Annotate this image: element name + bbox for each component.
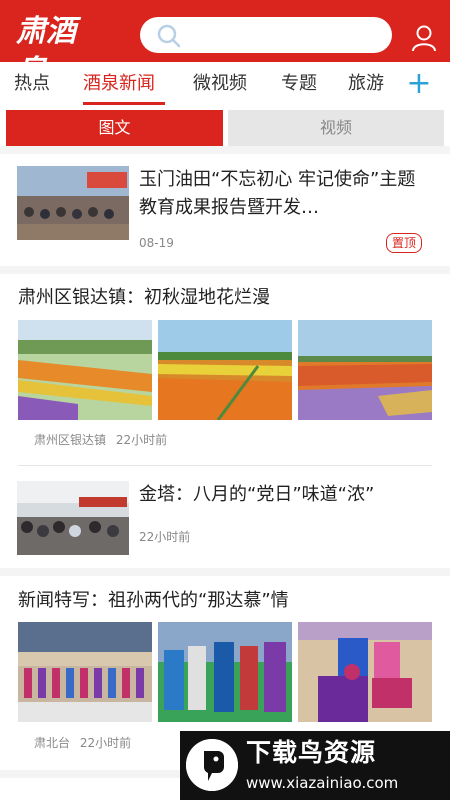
user-icon[interactable] (410, 24, 438, 52)
article-time: 22小时前 (115, 433, 168, 447)
article-meta: 肃州区银达镇 22小时前 (34, 431, 167, 449)
article-image (158, 320, 292, 420)
segment-image-text[interactable]: 图文 (6, 110, 223, 146)
segment-video[interactable]: 视频 (228, 110, 444, 146)
section-gap (0, 146, 450, 154)
article-title: 新闻特写：祖孙两代的“那达慕”情 (18, 590, 289, 611)
article-source: 肃州区银达镇 (34, 433, 107, 447)
search-input[interactable] (188, 23, 378, 47)
tab-micro-video[interactable]: 微视频 (193, 71, 247, 97)
search-icon (157, 24, 181, 48)
add-category-icon[interactable]: + (404, 66, 434, 102)
section-gap (0, 568, 450, 576)
search-box[interactable] (140, 17, 392, 53)
app-logo[interactable]: 肃酒泉 (16, 12, 102, 89)
watermark-title: 下载鸟资源 (246, 738, 377, 767)
article-time: 22小时前 (79, 736, 132, 750)
article-thumbnail (17, 166, 129, 240)
watermark-banner: 下载鸟资源 www.xiazainiao.com (180, 731, 450, 800)
top-bar: 肃酒泉 (0, 0, 450, 89)
article-image (18, 622, 152, 722)
article-time: 22小时前 (139, 530, 191, 544)
active-tab-indicator (83, 102, 165, 105)
article-image (298, 320, 432, 420)
article-image (18, 320, 152, 420)
section-gap (0, 266, 450, 274)
article-thumbnail (17, 481, 129, 555)
article-image (158, 622, 292, 722)
tab-jiuquan-news[interactable]: 酒泉新闻 (83, 71, 155, 97)
article-meta: 肃北台 22小时前 (34, 734, 131, 752)
tab-topics[interactable]: 专题 (281, 71, 317, 97)
article-title: 肃州区银达镇：初秋湿地花烂漫 (18, 287, 270, 308)
category-tabs: 热点 酒泉新闻 微视频 专题 旅游 + (0, 62, 450, 106)
pinned-badge: 置顶 (386, 233, 422, 253)
article-date: 08-19 (139, 236, 174, 250)
tab-hot[interactable]: 热点 (14, 71, 50, 97)
article-image (298, 622, 432, 722)
watermark-url: www.xiazainiao.com (246, 774, 399, 792)
bird-logo-icon (186, 739, 238, 791)
article-source: 肃北台 (34, 736, 71, 750)
article-title: 玉门油田“不忘初心 牢记使命”主题教育成果报告暨开发… (139, 169, 416, 218)
article-title: 金塔：八月的“党日”味道“浓” (139, 484, 375, 505)
tab-travel[interactable]: 旅游 (348, 71, 384, 97)
divider (18, 465, 432, 466)
